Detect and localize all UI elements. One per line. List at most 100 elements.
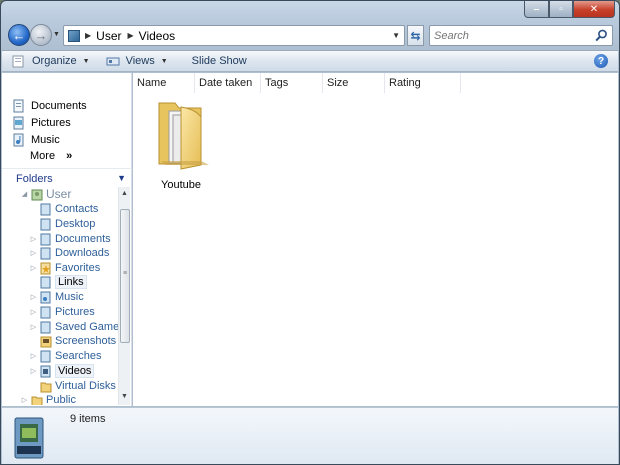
slide-show-label: Slide Show bbox=[191, 55, 247, 67]
favorite-link-pictures[interactable]: Pictures bbox=[12, 115, 71, 131]
search-icon[interactable] bbox=[595, 29, 608, 42]
folders-label: Folders bbox=[16, 172, 53, 185]
pictures-icon bbox=[13, 116, 24, 130]
tree-item-desktop[interactable]: Desktop bbox=[29, 217, 95, 231]
folders-header[interactable]: Folders ▼ bbox=[2, 168, 132, 188]
expand-icon[interactable]: ▷ bbox=[20, 396, 29, 404]
favorite-link-documents[interactable]: Documents bbox=[12, 98, 87, 114]
recent-pages-dropdown[interactable]: ▼ bbox=[53, 28, 61, 42]
favorite-link-music[interactable]: Music bbox=[12, 132, 60, 148]
tree-item-pictures[interactable]: ▷ Pictures bbox=[29, 305, 95, 319]
tree-item-searches[interactable]: ▷ Searches bbox=[29, 349, 101, 363]
scroll-up-icon[interactable]: ▲ bbox=[121, 190, 128, 197]
expand-icon[interactable]: ◢ bbox=[20, 190, 29, 198]
organize-icon bbox=[12, 55, 24, 67]
breadcrumb-videos[interactable]: Videos bbox=[139, 29, 175, 43]
tree-item-label: Public bbox=[46, 394, 76, 405]
minimize-button[interactable]: – bbox=[524, 1, 549, 18]
column-header-rating[interactable]: Rating bbox=[385, 73, 461, 93]
expand-icon[interactable]: ▷ bbox=[29, 323, 38, 331]
expand-icon[interactable]: ▷ bbox=[29, 367, 38, 375]
expand-icon[interactable]: ▷ bbox=[29, 249, 38, 257]
tree-item-user[interactable]: ◢ User bbox=[20, 187, 72, 201]
scroll-down-icon[interactable]: ▼ bbox=[121, 393, 128, 400]
column-header-tags[interactable]: Tags bbox=[261, 73, 323, 93]
tree-item-label: Documents bbox=[55, 233, 111, 245]
tree-item-label: Links bbox=[55, 275, 87, 289]
tree-item-label: Contacts bbox=[55, 203, 99, 215]
column-header-size[interactable]: Size bbox=[323, 73, 385, 93]
downloads-folder-icon bbox=[40, 247, 51, 259]
maximize-button[interactable]: ▫ bbox=[549, 1, 573, 18]
tree-item-favorites[interactable]: ▷ Favorites bbox=[29, 261, 100, 275]
tree-item-videos[interactable]: ▷ Videos bbox=[29, 364, 95, 378]
tree-item-contacts[interactable]: Contacts bbox=[29, 202, 98, 216]
grip-icon: ≡ bbox=[123, 270, 128, 277]
links-folder-icon bbox=[40, 276, 51, 288]
dropdown-arrow-icon: ▼ bbox=[160, 57, 168, 65]
breadcrumb-chevron-icon[interactable]: ▶ bbox=[85, 31, 91, 40]
views-button[interactable]: Views ▼ bbox=[100, 51, 174, 71]
tree-item-label: Downloads bbox=[55, 247, 110, 259]
favorites-folder-icon bbox=[40, 262, 51, 274]
more-favorites-link[interactable]: More » bbox=[30, 150, 72, 162]
folder-item-youtube[interactable]: Youtube bbox=[149, 97, 221, 197]
slide-show-button[interactable]: Slide Show bbox=[186, 51, 253, 71]
user-folder-icon bbox=[31, 189, 43, 200]
column-header-date-taken[interactable]: Date taken bbox=[195, 73, 261, 93]
search-input[interactable] bbox=[430, 26, 594, 45]
tree-item-screenshots[interactable]: Screenshots bbox=[29, 334, 116, 348]
expand-icon[interactable]: ▷ bbox=[29, 352, 38, 360]
scrollbar-thumb[interactable]: ≡ bbox=[120, 209, 130, 343]
tree-item-label: Music bbox=[55, 291, 84, 303]
organize-button[interactable]: Organize ▼ bbox=[6, 51, 96, 71]
expand-icon[interactable]: ▷ bbox=[29, 308, 38, 316]
tree-item-links[interactable]: Links bbox=[29, 275, 87, 289]
views-label: Views bbox=[125, 55, 155, 67]
music-folder-icon bbox=[40, 291, 51, 303]
videos-library-icon bbox=[14, 417, 44, 459]
breadcrumb-chevron-icon[interactable]: ▶ bbox=[128, 31, 134, 40]
searches-folder-icon bbox=[40, 350, 51, 362]
help-icon[interactable]: ? bbox=[594, 54, 608, 68]
pictures-folder-icon bbox=[40, 306, 51, 318]
back-button[interactable]: ← bbox=[8, 24, 30, 46]
tree-item-label: Desktop bbox=[55, 218, 96, 230]
forward-button[interactable]: → bbox=[30, 24, 52, 46]
column-header-name[interactable]: Name bbox=[133, 73, 195, 93]
refresh-button[interactable]: ⇆ bbox=[407, 25, 424, 46]
command-bar: Organize ▼ Views ▼ Slide Show ? bbox=[2, 50, 618, 72]
tree-item-label: Virtual Disks bbox=[55, 380, 116, 392]
favorite-label: Documents bbox=[31, 100, 87, 112]
forward-arrow-icon: → bbox=[34, 27, 48, 43]
tree-item-public[interactable]: ▷ Public bbox=[20, 393, 76, 405]
close-button[interactable]: ✕ bbox=[573, 1, 615, 18]
tree-item-label: User bbox=[46, 187, 72, 201]
tree-item-music[interactable]: ▷ Music bbox=[29, 290, 84, 304]
favorite-label: Pictures bbox=[31, 117, 71, 129]
navigation-scrollbar[interactable]: ▲ ≡ ▼ bbox=[118, 187, 130, 405]
folder-tree: ◢ User Contacts Desktop ▷ Documents ▷ Do… bbox=[2, 187, 118, 405]
chevron-down-icon: ▼ bbox=[117, 173, 126, 183]
tree-item-documents[interactable]: ▷ Documents bbox=[29, 232, 111, 246]
breadcrumb-user[interactable]: User bbox=[96, 29, 121, 43]
expand-icon[interactable]: ▷ bbox=[29, 235, 38, 243]
videos-folder-icon bbox=[40, 365, 51, 377]
explorer-window: – ▫ ✕ ← → ▼ ▶ User ▶ Videos ▼ ⇆ Search O… bbox=[0, 0, 620, 465]
address-bar[interactable]: ▶ User ▶ Videos ▼ bbox=[63, 25, 405, 46]
organize-label: Organize bbox=[32, 55, 77, 67]
address-dropdown-icon[interactable]: ▼ bbox=[392, 31, 400, 40]
virtual-disks-folder-icon bbox=[40, 382, 52, 392]
tree-item-downloads[interactable]: ▷ Downloads bbox=[29, 246, 109, 260]
public-folder-icon bbox=[31, 396, 43, 405]
expand-icon[interactable]: ▷ bbox=[29, 264, 38, 272]
tree-item-saved-games[interactable]: ▷ Saved Games bbox=[29, 320, 118, 334]
expand-icon[interactable]: ▷ bbox=[29, 293, 38, 301]
search-box[interactable] bbox=[429, 25, 613, 46]
tree-item-virtual-disks[interactable]: Virtual Disks bbox=[29, 379, 116, 393]
navigation-bar: ← → ▼ ▶ User ▶ Videos ▼ ⇆ bbox=[1, 23, 619, 47]
tree-item-label: Favorites bbox=[55, 262, 101, 274]
views-icon bbox=[106, 57, 120, 65]
back-arrow-icon: ← bbox=[12, 27, 26, 43]
contacts-folder-icon bbox=[40, 203, 51, 215]
